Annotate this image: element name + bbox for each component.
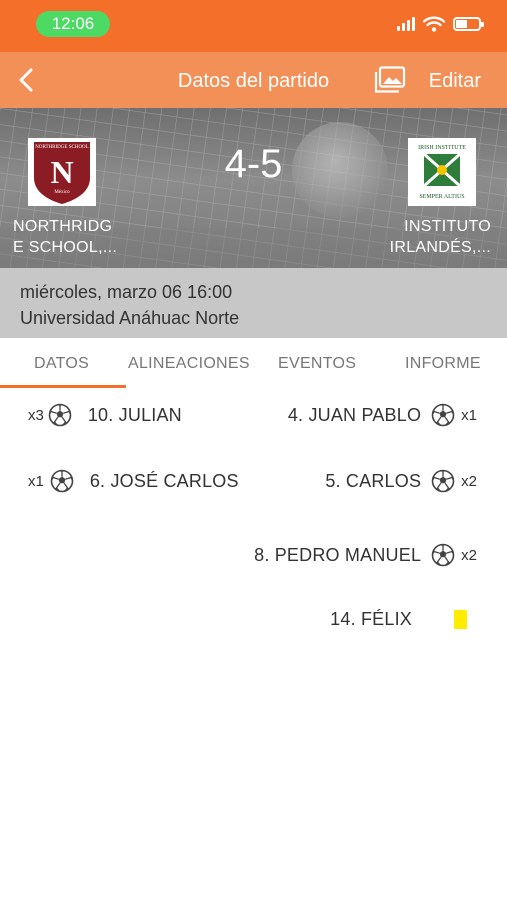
gallery-icon[interactable]: [374, 66, 406, 94]
tab-alineaciones[interactable]: ALINEACIONES: [128, 355, 250, 373]
goal-count: x3: [28, 406, 44, 424]
match-score: 4-5: [224, 142, 283, 186]
tab-datos[interactable]: DATOS: [34, 355, 89, 373]
player-name: 4. JUAN PABLO: [287, 404, 422, 425]
home-team-name: NORTHRIDG E SCHOOL,...: [13, 218, 118, 256]
away-team-name: INSTITUTO IRLANDÉS,...: [389, 218, 491, 256]
away-event-row: 8. PEDRO MANUEL x2: [254, 540, 477, 570]
away-event-row: 14. FÉLIX: [330, 604, 467, 634]
status-icons: [397, 16, 484, 32]
match-info-bar: miércoles, marzo 06 16:00 Universidad An…: [0, 268, 507, 338]
goal-count: x2: [461, 472, 477, 490]
match-date: miércoles, marzo 06 16:00: [20, 282, 233, 302]
player-name: 5. CARLOS: [325, 470, 422, 491]
player-name: 8. PEDRO MANUEL: [254, 544, 422, 565]
nav-bar: Datos del partido Editar: [0, 52, 507, 108]
svg-text:México: México: [54, 190, 70, 195]
goal-count: x1: [28, 472, 44, 490]
status-time: 12:06: [36, 11, 110, 37]
soccer-ball-icon: [431, 403, 455, 427]
goal-count: x2: [461, 546, 477, 564]
goal-count: x1: [461, 406, 477, 424]
svg-text:SEMPER ALTIUS: SEMPER ALTIUS: [419, 194, 464, 200]
soccer-ball-icon: [50, 469, 74, 493]
tab-informe[interactable]: INFORME: [405, 355, 481, 373]
active-tab-indicator: [0, 385, 126, 388]
status-bar: 12:06: [0, 0, 507, 52]
tab-bar: DATOS ALINEACIONES EVENTOS INFORME: [0, 338, 507, 390]
soccer-ball-icon: [48, 403, 72, 427]
away-event-row: 4. JUAN PABLO x1: [288, 400, 477, 430]
soccer-ball-icon: [431, 543, 455, 567]
player-name: 14. FÉLIX: [330, 608, 412, 629]
player-name: 10. JULIAN: [87, 404, 182, 425]
battery-icon: [453, 17, 484, 31]
home-event-row: x1 6. JOSÉ CARLOS: [28, 466, 239, 496]
wifi-icon: [423, 16, 445, 32]
soccer-ball-icon: [431, 469, 455, 493]
home-event-row: x3 10. JULIAN: [28, 400, 182, 430]
match-header: NORTHRIDGE SCHOOL N México IRISH INSTITU…: [0, 108, 507, 268]
match-venue: Universidad Anáhuac Norte: [20, 308, 240, 328]
player-name: 6. JOSÉ CARLOS: [89, 470, 239, 491]
away-event-row: 5. CARLOS x2: [325, 466, 477, 496]
cellular-signal-icon: [397, 17, 415, 31]
yellow-card-icon: [454, 609, 467, 629]
tab-eventos[interactable]: EVENTOS: [278, 355, 356, 373]
edit-button[interactable]: Editar: [429, 70, 481, 93]
